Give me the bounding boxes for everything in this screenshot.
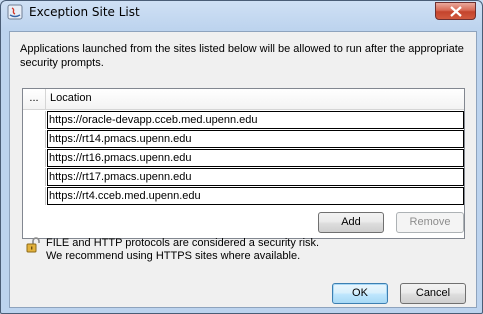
unlocked-padlock-icon	[26, 237, 40, 256]
location-cell[interactable]: https://rt14.pmacs.upenn.edu	[47, 130, 464, 148]
dialog-content: Applications launched from the sites lis…	[9, 31, 477, 308]
location-cell[interactable]: https://oracle-devapp.cceb.med.upenn.edu	[47, 111, 464, 129]
row-selector-cell[interactable]	[23, 187, 46, 205]
row-selector-cell[interactable]	[23, 130, 46, 148]
close-button[interactable]	[435, 2, 476, 20]
location-cell[interactable]: https://rt16.pmacs.upenn.edu	[47, 149, 464, 167]
intro-text: Applications launched from the sites lis…	[20, 43, 464, 69]
table-row[interactable]: https://oracle-devapp.cceb.med.upenn.edu	[23, 111, 464, 129]
column-header-dots[interactable]: ...	[23, 89, 46, 109]
security-warning: FILE and HTTP protocols are considered a…	[46, 237, 319, 263]
row-selector-cell[interactable]	[23, 111, 46, 129]
table-header: ... Location	[23, 89, 464, 110]
table-row[interactable]: https://rt17.pmacs.upenn.edu	[23, 168, 464, 186]
dialog-window: Exception Site List Applications launche…	[0, 0, 483, 314]
remove-button[interactable]: Remove	[396, 212, 464, 233]
title-bar[interactable]: Exception Site List	[1, 1, 482, 24]
warning-line-1: FILE and HTTP protocols are considered a…	[46, 237, 320, 249]
close-icon	[450, 6, 462, 17]
location-cell[interactable]: https://rt17.pmacs.upenn.edu	[47, 168, 464, 186]
table-row[interactable]: https://rt16.pmacs.upenn.edu	[23, 149, 464, 167]
add-button[interactable]: Add	[318, 212, 384, 233]
warning-line-2: We recommend using HTTPS sites where ava…	[46, 250, 301, 262]
table-row[interactable]: https://rt4.cceb.med.upenn.edu	[23, 187, 464, 205]
table-row[interactable]: https://rt14.pmacs.upenn.edu	[23, 130, 464, 148]
ok-button[interactable]: OK	[332, 283, 388, 304]
cancel-button[interactable]: Cancel	[400, 283, 466, 304]
location-cell[interactable]: https://rt4.cceb.med.upenn.edu	[47, 187, 464, 205]
column-header-location[interactable]: Location	[50, 92, 92, 104]
java-app-icon	[7, 4, 23, 20]
row-selector-cell[interactable]	[23, 168, 46, 186]
row-selector-cell[interactable]	[23, 149, 46, 167]
window-title: Exception Site List	[29, 5, 140, 19]
